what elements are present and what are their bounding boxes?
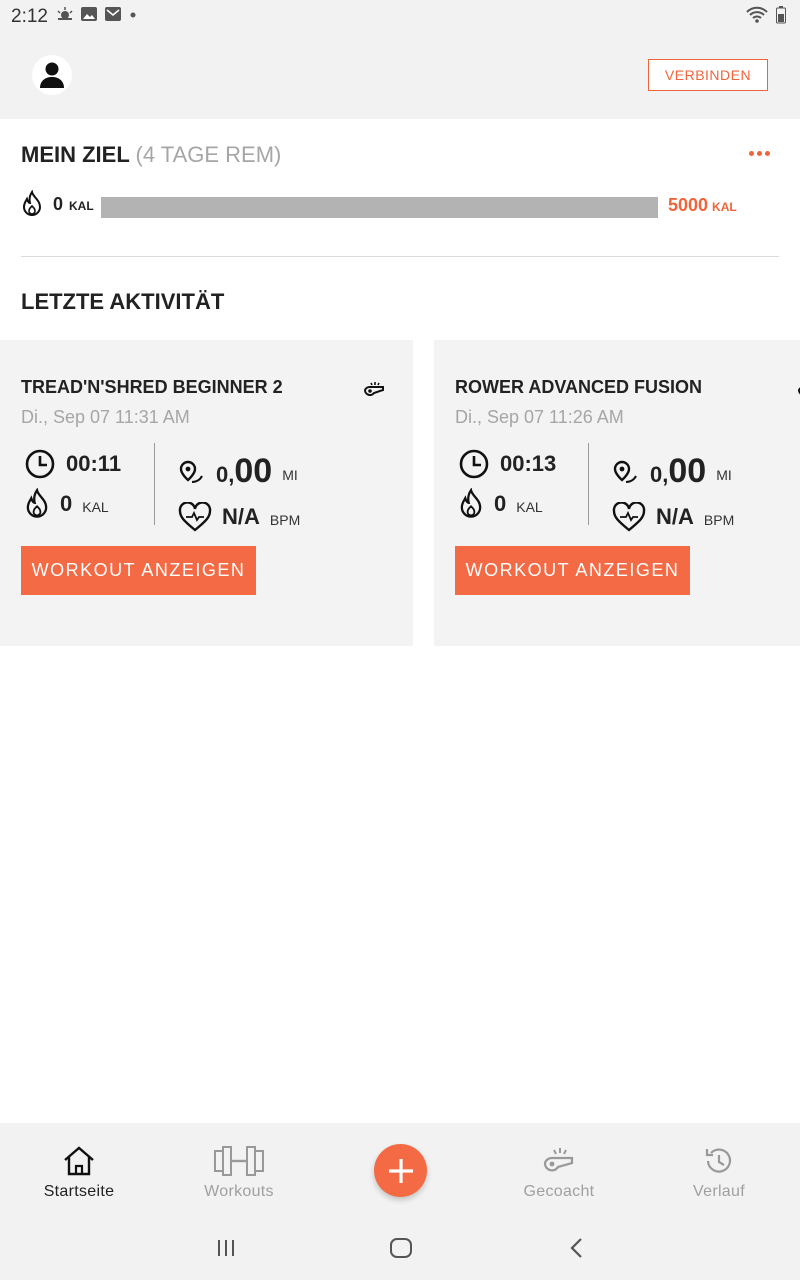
- flame-icon: [460, 488, 482, 518]
- view-workout-button[interactable]: WORKOUT ANZEIGEN: [21, 546, 256, 595]
- wifi-icon: [746, 6, 768, 29]
- connect-button[interactable]: VERBINDEN: [648, 59, 768, 91]
- goal-target: 5000 KAL: [668, 195, 737, 216]
- nav-label: Startseite: [43, 1183, 115, 1200]
- route-pin-icon: [179, 460, 203, 483]
- plus-icon: [388, 1158, 413, 1183]
- calories-value: 0: [60, 491, 73, 516]
- goal-target-value: 5000: [668, 195, 709, 215]
- profile-avatar[interactable]: [32, 55, 72, 95]
- nav-item-home[interactable]: Startseite: [9, 1145, 149, 1201]
- calories-unit: KAL: [516, 499, 543, 515]
- goal-progress-bar: [101, 197, 658, 218]
- goal-current-value: 0: [53, 193, 64, 214]
- home-button-icon[interactable]: [389, 1236, 413, 1265]
- goal-current-unit: KAL: [69, 199, 94, 213]
- activity-card[interactable]: TREAD'N'SHRED BEGINNER 2 Di., Sep 07 11:…: [0, 340, 413, 646]
- back-icon[interactable]: [565, 1236, 589, 1265]
- weather-icon: [56, 6, 74, 27]
- distance-value: 0,00: [216, 452, 272, 491]
- dumbbell-icon: [214, 1146, 264, 1176]
- recent-activity-title: LETZTE AKTIVITÄT: [21, 289, 225, 314]
- distance-value: 0,00: [650, 452, 706, 491]
- distance-stat: 0,00 MI: [178, 452, 298, 491]
- duration-stat: 00:11: [24, 448, 121, 480]
- distance-dec: 00: [234, 452, 273, 490]
- heart-rate-stat: N/A BPM: [178, 502, 300, 532]
- system-status: [746, 6, 786, 29]
- mail-icon: [104, 6, 122, 27]
- calories-value: 0: [494, 491, 507, 516]
- goal-current: 0 KAL: [21, 190, 94, 218]
- whistle-icon: [543, 1148, 574, 1172]
- status-time: 2:12: [11, 6, 48, 27]
- calories-stat: 0 KAL: [458, 488, 543, 520]
- calories-unit: KAL: [82, 499, 109, 515]
- activity-date: Di., Sep 07 11:31 AM: [21, 407, 190, 427]
- nav-label: Verlauf: [693, 1183, 745, 1200]
- distance-unit: MI: [282, 466, 298, 483]
- distance-stat: 0,00 MI: [612, 452, 732, 491]
- heart-rate-value: N/A: [222, 504, 260, 529]
- battery-icon: [776, 6, 786, 29]
- nav-item-coached[interactable]: Gecoacht: [489, 1145, 629, 1201]
- distance-int: 0,: [650, 462, 669, 487]
- gallery-icon: [80, 6, 98, 27]
- duration-value: 00:13: [500, 451, 557, 476]
- more-options-icon[interactable]: [749, 151, 770, 156]
- history-icon: [705, 1148, 732, 1173]
- activity-card[interactable]: ROWER ADVANCED FUSION Di., Sep 07 11:26 …: [434, 340, 800, 646]
- view-workout-button[interactable]: WORKOUT ANZEIGEN: [455, 546, 690, 595]
- home-icon: [64, 1146, 94, 1176]
- whistle-icon: [362, 378, 386, 407]
- system-navigation: [0, 1216, 800, 1280]
- notification-icons: [56, 6, 138, 27]
- person-icon: [40, 62, 64, 88]
- route-pin-icon: [613, 460, 637, 483]
- dot-icon: [128, 6, 138, 27]
- duration-stat: 00:13: [458, 448, 556, 480]
- distance-dec: 00: [668, 452, 707, 490]
- stat-separator: [154, 443, 155, 525]
- clock-icon: [25, 449, 55, 479]
- nav-item-workouts[interactable]: Workouts: [169, 1145, 309, 1201]
- status-bar: 2:12: [0, 0, 800, 34]
- goal-remaining: (4 TAGE REM): [135, 142, 282, 167]
- bottom-navigation: Startseite Workouts Gecoacht Verlauf: [0, 1123, 800, 1216]
- add-button[interactable]: [374, 1144, 427, 1197]
- nav-label: Workouts: [204, 1183, 274, 1200]
- goal-target-unit: KAL: [712, 200, 737, 214]
- heart-rate-stat: N/A BPM: [612, 502, 734, 532]
- section-divider: [21, 256, 779, 257]
- distance-int: 0,: [216, 462, 235, 487]
- whistle-icon: [796, 378, 800, 407]
- nav-item-history[interactable]: Verlauf: [649, 1145, 789, 1201]
- goal-progress: 0 KAL 5000 KAL: [21, 190, 781, 222]
- heart-rate-value: N/A: [656, 504, 694, 529]
- heart-rate-icon: [178, 502, 212, 532]
- heart-rate-icon: [612, 502, 646, 532]
- activity-date: Di., Sep 07 11:26 AM: [455, 407, 624, 427]
- heart-rate-unit: BPM: [269, 512, 301, 528]
- goal-title-label: MEIN ZIEL: [21, 142, 130, 167]
- activity-title: TREAD'N'SHRED BEGINNER 2: [21, 377, 283, 397]
- recent-apps-icon[interactable]: [214, 1236, 238, 1265]
- goal-title: MEIN ZIEL (4 TAGE REM): [21, 142, 281, 168]
- heart-rate-unit: BPM: [703, 512, 735, 528]
- flame-icon: [22, 190, 42, 216]
- duration-value: 00:11: [66, 451, 122, 476]
- activity-title: ROWER ADVANCED FUSION: [455, 377, 702, 397]
- distance-unit: MI: [716, 466, 732, 483]
- flame-icon: [26, 488, 48, 518]
- calories-stat: 0 KAL: [24, 488, 109, 520]
- clock-icon: [459, 449, 489, 479]
- top-bar: VERBINDEN: [0, 34, 800, 119]
- nav-label: Gecoacht: [523, 1183, 595, 1200]
- stat-separator: [588, 443, 589, 525]
